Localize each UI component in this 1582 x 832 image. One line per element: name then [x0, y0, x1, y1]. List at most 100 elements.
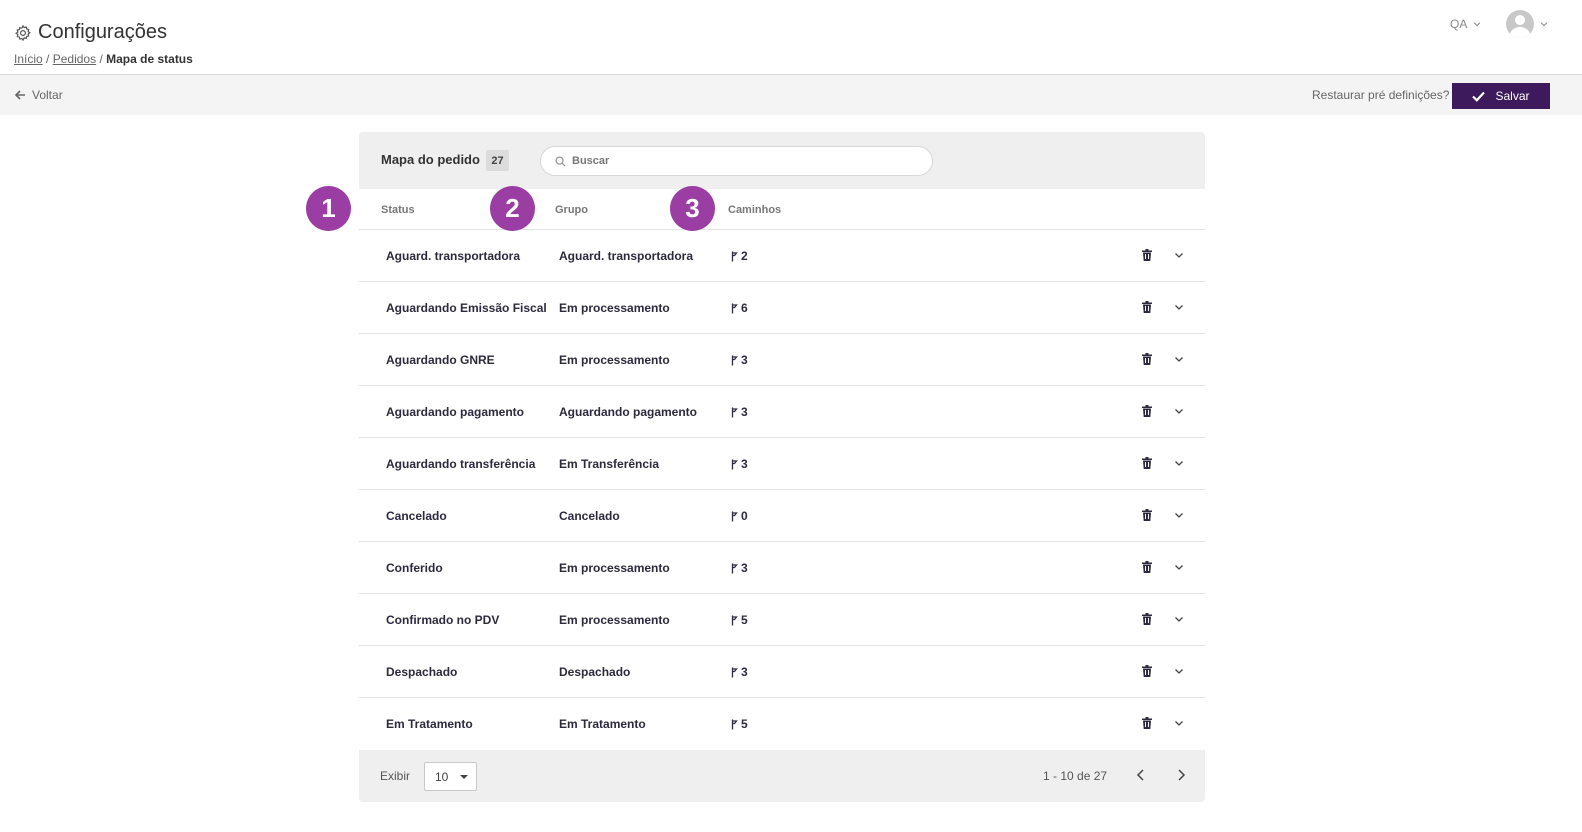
chevron-down-icon[interactable]	[1174, 718, 1184, 728]
table-row[interactable]: Em Tratamento Em Tratamento 5	[359, 697, 1205, 749]
trash-icon[interactable]	[1142, 613, 1152, 625]
chevron-down-icon[interactable]	[1174, 666, 1184, 676]
step-marker-3: 3	[670, 186, 715, 231]
environment-label: QA	[1450, 17, 1468, 31]
chevron-down-icon[interactable]	[1174, 458, 1184, 468]
route-icon	[731, 303, 738, 313]
paths-cell: 5	[731, 717, 748, 731]
paths-count: 3	[741, 561, 748, 575]
caret-down-icon	[460, 775, 468, 779]
trash-icon[interactable]	[1142, 301, 1152, 313]
trash-icon[interactable]	[1142, 457, 1152, 469]
trash-icon[interactable]	[1142, 405, 1152, 417]
breadcrumb-orders-link[interactable]: Pedidos	[53, 52, 96, 66]
group-cell: Aguard. transportadora	[559, 249, 694, 263]
table-row[interactable]: Aguardando GNRE Em processamento 3	[359, 333, 1205, 385]
trash-icon[interactable]	[1142, 717, 1152, 729]
card-title: Mapa do pedido	[381, 152, 480, 167]
group-cell: Em Transferência	[559, 457, 660, 471]
table-row[interactable]: Confirmado no PDV Em processamento 5	[359, 593, 1205, 645]
paths-count: 3	[741, 353, 748, 367]
back-button[interactable]: Voltar	[14, 88, 63, 102]
group-cell: Em processamento	[559, 613, 670, 627]
group-cell: Cancelado	[559, 509, 620, 523]
environment-selector[interactable]: QA	[1450, 17, 1481, 31]
chevron-down-icon[interactable]	[1174, 562, 1184, 572]
trash-icon[interactable]	[1142, 561, 1152, 573]
paths-cell: 6	[731, 301, 748, 315]
search-input[interactable]	[572, 155, 912, 167]
paths-count: 3	[741, 405, 748, 419]
trash-icon[interactable]	[1142, 353, 1152, 365]
paths-cell: 5	[731, 613, 748, 627]
next-page-button[interactable]	[1175, 768, 1187, 782]
restore-defaults-link[interactable]: Restaurar pré definições?	[1312, 88, 1449, 102]
save-button[interactable]: Salvar	[1452, 83, 1550, 109]
group-cell: Despachado	[559, 665, 631, 679]
table-row[interactable]: Conferido Em processamento 3	[359, 541, 1205, 593]
group-cell: Em processamento	[559, 301, 670, 315]
chevron-down-icon[interactable]	[1174, 614, 1184, 624]
back-label: Voltar	[32, 88, 63, 102]
route-icon	[731, 719, 738, 729]
page-size-select[interactable]: 10	[424, 762, 477, 791]
column-header-paths[interactable]: Caminhos	[728, 204, 781, 216]
chevron-down-icon[interactable]	[1174, 510, 1184, 520]
status-cell: Aguardando GNRE	[386, 353, 495, 367]
trash-icon[interactable]	[1142, 249, 1152, 261]
user-menu[interactable]	[1506, 10, 1548, 38]
breadcrumb-current: Mapa de status	[106, 52, 193, 66]
avatar[interactable]	[1506, 10, 1534, 38]
chevron-down-icon[interactable]	[1174, 406, 1184, 416]
page-header: Configurações Início / Pedidos / Mapa de…	[0, 0, 1582, 75]
group-cell: Em processamento	[559, 561, 670, 575]
status-cell: Conferido	[386, 561, 443, 575]
status-cell: Aguard. transportadora	[386, 249, 521, 263]
chevron-down-icon	[1474, 22, 1481, 27]
table-row[interactable]: Cancelado Cancelado 0	[359, 489, 1205, 541]
page-size-value: 10	[435, 769, 449, 784]
paths-cell: 3	[731, 457, 748, 471]
table-row[interactable]: Aguardando Emissão Fiscal Em processament…	[359, 281, 1205, 333]
route-icon	[731, 615, 738, 625]
paths-cell: 3	[731, 561, 748, 575]
status-map-card: Mapa do pedido 27 Status Grupo Caminhos …	[359, 132, 1205, 802]
breadcrumb-home-link[interactable]: Início	[14, 52, 43, 66]
column-header-status[interactable]: Status	[381, 204, 415, 216]
search-icon	[555, 155, 566, 167]
paths-cell: 2	[731, 249, 748, 263]
group-cell: Aguardando pagamento	[559, 405, 698, 419]
paths-cell: 3	[731, 665, 748, 679]
paths-count: 5	[741, 717, 748, 731]
chevron-down-icon[interactable]	[1174, 250, 1184, 260]
page-size-label: Exibir	[380, 769, 411, 783]
table-row[interactable]: Aguard. transportadora Aguard. transporta…	[359, 229, 1205, 281]
route-icon	[731, 563, 738, 573]
search-box[interactable]	[540, 146, 933, 176]
status-cell: Aguardando Emissão Fiscal	[386, 301, 547, 315]
previous-page-button[interactable]	[1135, 768, 1147, 782]
table-row[interactable]: Aguardando pagamento Aguardando pagamento…	[359, 385, 1205, 437]
status-cell: Aguardando pagamento	[386, 405, 525, 419]
check-icon	[1472, 91, 1486, 102]
chevron-down-icon[interactable]	[1174, 302, 1184, 312]
card-header: Mapa do pedido 27	[359, 132, 1205, 189]
paths-count: 2	[741, 249, 748, 263]
route-icon	[731, 355, 738, 365]
group-cell: Em processamento	[559, 353, 670, 367]
column-header-group[interactable]: Grupo	[555, 204, 588, 216]
trash-icon[interactable]	[1142, 665, 1152, 677]
status-cell: Confirmado no PDV	[386, 613, 500, 627]
paths-count: 0	[741, 509, 748, 523]
pagination-bar: Exibir 10 1 - 10 de 27	[359, 750, 1205, 802]
route-icon	[731, 459, 738, 469]
arrow-left-icon	[14, 90, 25, 100]
paths-count: 5	[741, 613, 748, 627]
table-row[interactable]: Despachado Despachado 3	[359, 645, 1205, 697]
route-icon	[731, 407, 738, 417]
paths-count: 3	[741, 457, 748, 471]
table-row[interactable]: Aguardando transferência Em Transferência…	[359, 437, 1205, 489]
trash-icon[interactable]	[1142, 509, 1152, 521]
chevron-down-icon[interactable]	[1174, 354, 1184, 364]
status-table-body: Aguard. transportadora Aguard. transporta…	[359, 229, 1205, 749]
